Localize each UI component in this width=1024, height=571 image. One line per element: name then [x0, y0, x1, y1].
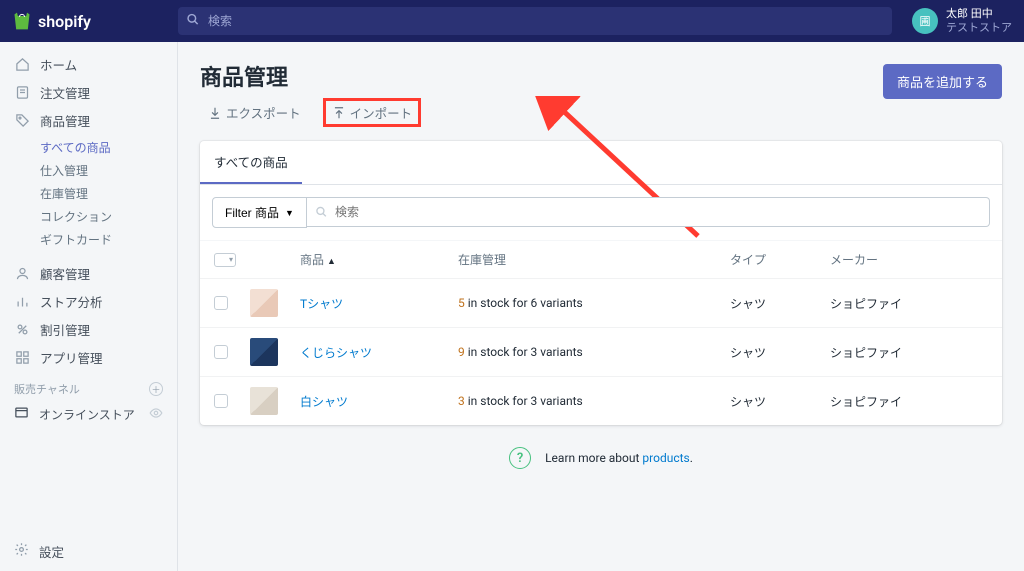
add-channel-button[interactable]: ＋ [149, 382, 163, 396]
nav-apps[interactable]: アプリ管理 [0, 343, 177, 371]
search-icon [315, 203, 328, 222]
inventory-cell: 3 in stock for 3 variants [458, 394, 730, 408]
channels-header: 販売チャネル ＋ [0, 371, 177, 401]
inventory-cell: 9 in stock for 3 variants [458, 345, 730, 359]
nav-analytics[interactable]: ストア分析 [0, 287, 177, 315]
type-cell: シャツ [730, 344, 830, 361]
row-checkbox[interactable] [214, 296, 228, 310]
table-row[interactable]: Tシャツ 5 in stock for 6 variantsシャツショピファイ [200, 278, 1002, 327]
view-store-icon[interactable] [149, 406, 163, 423]
table-row[interactable]: くじらシャツ 9 in stock for 3 variantsシャツショピファイ [200, 327, 1002, 376]
sidebar: ホーム 注文管理 商品管理 すべての商品 仕入管理 在庫管理 コレクション ギフ… [0, 42, 178, 571]
user-text: 太郎 田中 テストストア [946, 7, 1012, 36]
brand-logo[interactable]: shopify [12, 11, 178, 31]
subnav-giftcards[interactable]: ギフトカード [0, 228, 177, 251]
shopify-bag-icon [12, 11, 32, 31]
type-cell: シャツ [730, 393, 830, 410]
export-button[interactable]: エクスポート [200, 98, 309, 127]
subnav-transfers[interactable]: 仕入管理 [0, 159, 177, 182]
products-card: すべての商品 Filter 商品 ▼ ▾ [200, 141, 1002, 425]
row-checkbox[interactable] [214, 345, 228, 359]
help-icon: ? [509, 447, 531, 469]
avatar: 圃 [912, 8, 938, 34]
col-vendor[interactable]: メーカー [830, 251, 988, 268]
nav-orders[interactable]: 注文管理 [0, 78, 177, 106]
vendor-cell: ショピファイ [830, 295, 988, 312]
user-menu[interactable]: 圃 太郎 田中 テストストア [912, 7, 1012, 36]
nav-home[interactable]: ホーム [0, 50, 177, 78]
discount-icon [14, 322, 30, 337]
caret-down-icon: ▼ [285, 208, 294, 218]
nav-discounts[interactable]: 割引管理 [0, 315, 177, 343]
learn-suffix: . [690, 451, 693, 465]
vendor-cell: ショピファイ [830, 393, 988, 410]
product-link[interactable]: Tシャツ [300, 297, 343, 311]
apps-icon [14, 350, 30, 365]
filter-row: Filter 商品 ▼ [200, 185, 1002, 241]
filter-search-input[interactable] [307, 197, 990, 227]
top-bar: shopify 圃 太郎 田中 テストストア [0, 0, 1024, 42]
page-title: 商品管理 [200, 60, 421, 92]
global-search-input[interactable] [178, 7, 892, 35]
brand-text: shopify [38, 12, 91, 31]
subnav-inventory[interactable]: 在庫管理 [0, 182, 177, 205]
upload-icon [332, 106, 346, 120]
select-all-checkbox[interactable]: ▾ [214, 253, 236, 267]
col-type[interactable]: タイプ [730, 251, 830, 268]
products-submenu: すべての商品 仕入管理 在庫管理 コレクション ギフトカード [0, 134, 177, 259]
inventory-cell: 5 in stock for 6 variants [458, 296, 730, 310]
nav-customers[interactable]: 顧客管理 [0, 259, 177, 287]
vendor-cell: ショピファイ [830, 344, 988, 361]
store-name: テストストア [946, 21, 1012, 35]
gear-icon [14, 542, 29, 561]
product-thumbnail [250, 289, 278, 317]
channel-online-store[interactable]: オンラインストア [0, 401, 177, 427]
product-link[interactable]: くじらシャツ [300, 346, 372, 360]
add-product-button[interactable]: 商品を追加する [883, 64, 1002, 99]
row-checkbox[interactable] [214, 394, 228, 408]
store-icon [14, 405, 29, 423]
download-icon [208, 106, 222, 120]
learn-link[interactable]: products [642, 451, 689, 465]
col-product[interactable]: 商品▲ [300, 251, 458, 268]
global-search[interactable] [178, 7, 892, 35]
nav-settings[interactable]: 設定 [0, 532, 177, 571]
table-row[interactable]: 白シャツ 3 in stock for 3 variantsシャツショピファイ [200, 376, 1002, 425]
product-thumbnail [250, 338, 278, 366]
search-icon [186, 12, 200, 31]
nav-products[interactable]: 商品管理 [0, 106, 177, 134]
customer-icon [14, 266, 30, 281]
channels-label: 販売チャネル [14, 381, 80, 397]
filter-products-button[interactable]: Filter 商品 ▼ [212, 197, 307, 228]
type-cell: シャツ [730, 295, 830, 312]
col-inventory[interactable]: 在庫管理 [458, 251, 730, 268]
analytics-icon [14, 294, 30, 309]
card-tabs: すべての商品 [200, 141, 1002, 185]
learn-prefix: Learn more about [545, 451, 642, 465]
orders-icon [14, 85, 30, 100]
tag-icon [14, 113, 30, 128]
subnav-collections[interactable]: コレクション [0, 205, 177, 228]
user-name: 太郎 田中 [946, 7, 1012, 21]
product-link[interactable]: 白シャツ [300, 395, 348, 409]
tab-all-products[interactable]: すべての商品 [200, 141, 302, 184]
subnav-all-products[interactable]: すべての商品 [0, 136, 177, 159]
import-button[interactable]: インポート [323, 98, 422, 127]
learn-more: ? Learn more about products. [200, 425, 1002, 491]
home-icon [14, 57, 30, 72]
sort-asc-icon: ▲ [327, 257, 336, 267]
table-header: ▾ 商品▲ 在庫管理 タイプ メーカー [200, 241, 1002, 278]
product-thumbnail [250, 387, 278, 415]
main-content: 商品管理 エクスポート インポート 商品を追加する [178, 42, 1024, 571]
